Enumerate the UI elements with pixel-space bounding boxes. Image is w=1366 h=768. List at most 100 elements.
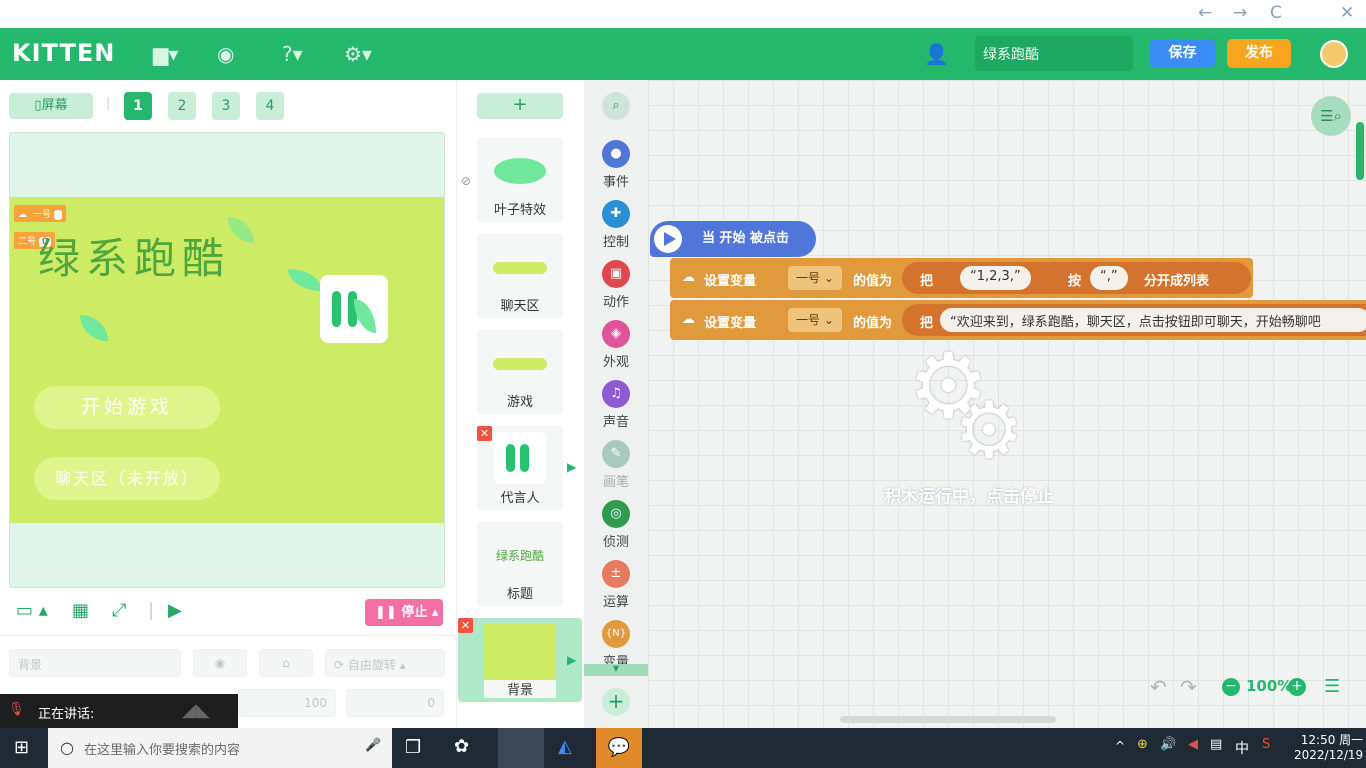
task-view-icon[interactable]: ❐ <box>405 737 421 758</box>
ime-indicator[interactable]: 中 <box>1235 738 1249 758</box>
stage-size-icon[interactable]: ▭ ▴ <box>16 600 48 621</box>
zoom-out-button[interactable]: − <box>1222 678 1240 696</box>
visibility-icon[interactable]: ◉ <box>193 649 247 677</box>
page-4-button[interactable]: 4 <box>256 92 284 120</box>
play-preview-icon[interactable]: ▶ <box>168 600 182 621</box>
chat-area-button[interactable]: 聊天区（未开放） <box>34 457 220 500</box>
save-button[interactable]: 保存 <box>1150 39 1215 68</box>
mascot-sprite[interactable] <box>320 275 388 343</box>
mic-muted-icon[interactable]: 🎙 <box>8 702 25 717</box>
sprite-card-game[interactable]: 游戏 <box>477 330 563 414</box>
category-events[interactable]: ● 事件 <box>584 140 648 190</box>
game-title: 绿系跑酷 <box>38 234 231 283</box>
microphone-icon[interactable]: 🎤 <box>365 738 381 753</box>
volume-icon[interactable]: ◀ <box>1188 737 1198 752</box>
tray-chevron-icon[interactable]: ^ <box>1115 739 1125 753</box>
stop-button[interactable]: ❚❚ 停止 ▴ <box>365 599 443 626</box>
sprite-card-leaf[interactable]: 叶子特效 <box>477 138 563 222</box>
folder-icon[interactable]: ▆▾ <box>153 42 178 66</box>
sprite-card-title[interactable]: 绿系跑酷 标题 <box>477 522 563 606</box>
project-name-input[interactable]: 绿系跑酷 <box>975 36 1133 71</box>
undo-icon[interactable]: ↶ <box>1150 675 1167 699</box>
page-2-button[interactable]: 2 <box>168 92 196 120</box>
game-preview[interactable]: ☁ 一号 二号 0 绿系跑酷 开始游戏 聊天区（未开放） <box>10 197 444 523</box>
running-message[interactable]: 积木运行中，点击停止 <box>884 482 1054 507</box>
app-icon[interactable]: ✿ <box>454 736 469 757</box>
close-icon[interactable]: ✕ <box>1340 3 1354 23</box>
delete-sprite-icon[interactable]: ✕ <box>458 618 473 633</box>
code-workspace[interactable]: ☰⌕ 当 开始 被点击 ☁ 设置变量 一号 ⌄ 的值为 把 “1,2,3,” 按… <box>648 80 1366 728</box>
page-3-button[interactable]: 3 <box>212 92 240 120</box>
speaker-icon[interactable]: 🔊 <box>1160 737 1176 752</box>
forward-icon[interactable]: → <box>1233 3 1247 23</box>
zoom-level: 100% <box>1246 677 1293 695</box>
horizontal-scrollbar[interactable] <box>840 716 1056 723</box>
cortana-icon[interactable]: ○ <box>60 738 74 757</box>
mascot-thumb <box>494 432 546 484</box>
sprite-name-input[interactable]: 背景 <box>9 649 181 677</box>
back-icon[interactable]: ← <box>1198 3 1212 23</box>
grid-icon[interactable]: ▦ <box>72 600 89 621</box>
string-input[interactable]: “欢迎来到，绿系跑酷，聊天区，点击按钮即可聊天，开始畅聊吧 <box>940 308 1366 332</box>
help-icon[interactable]: ?▾ <box>282 42 303 66</box>
scroll-down-icon[interactable]: ▼ <box>584 664 648 676</box>
browser-icon[interactable]: ◭ <box>558 736 572 757</box>
align-icon[interactable]: ☰ <box>1324 676 1340 697</box>
chevron-right-icon[interactable]: ▶ <box>567 653 576 667</box>
gear-icon[interactable]: ⚙▾ <box>344 42 372 66</box>
category-pen[interactable]: ✎ 画笔 <box>584 440 648 490</box>
category-variables[interactable]: {N} 变量 <box>584 620 648 670</box>
workspace-search-icon[interactable]: ☰⌕ <box>1311 96 1351 136</box>
direction-input[interactable]: 0 <box>346 689 444 717</box>
delete-sprite-icon[interactable]: ✕ <box>477 426 492 441</box>
variable-dropdown[interactable]: 一号 ⌄ <box>788 308 842 332</box>
rotation-mode-select[interactable]: ⟳ 自由旋转 ▴ <box>325 649 445 677</box>
lock-icon[interactable]: ⌂ <box>259 649 313 677</box>
add-collaborator-icon[interactable]: 👤 <box>924 42 949 66</box>
kitten-taskbar-app[interactable] <box>498 728 544 768</box>
category-motion[interactable]: ▣ 动作 <box>584 260 648 310</box>
network-icon[interactable]: ▤ <box>1210 737 1222 752</box>
taskbar-search-input[interactable]: 在这里输入你要搜索的内容 <box>48 728 392 768</box>
sogou-icon[interactable]: S <box>1262 737 1270 752</box>
redo-icon[interactable]: ↷ <box>1180 675 1197 699</box>
category-sound[interactable]: ♫ 声音 <box>584 380 648 430</box>
backpack-icon[interactable]: ◉ <box>217 42 234 66</box>
category-control[interactable]: ✚ 控制 <box>584 200 648 250</box>
set-variable-block-1[interactable]: ☁ 设置变量 一号 ⌄ 的值为 把 “1,2,3,” 按 “,” 分开成列表 <box>670 258 1253 298</box>
avatar[interactable] <box>1320 40 1348 68</box>
size-input[interactable]: 100 <box>238 689 336 717</box>
chevron-right-icon[interactable]: ▶ <box>567 460 576 474</box>
variables-icon: {N} <box>602 620 630 648</box>
hidden-eye-icon[interactable]: ⊘ <box>461 174 471 188</box>
set-variable-block-2[interactable]: ☁ 设置变量 一号 ⌄ 的值为 把 “欢迎来到，绿系跑酷，聊天区，点击按钮即可聊… <box>670 300 1366 340</box>
wechat-icon[interactable]: 💬 <box>596 728 642 768</box>
sprite-card-background[interactable]: 背景 <box>458 618 582 702</box>
category-sensing[interactable]: ◎ 侦测 <box>584 500 648 550</box>
taskbar-clock[interactable]: 12:50 周一 2022/12/19 <box>1294 731 1363 762</box>
motion-icon: ▣ <box>602 260 630 288</box>
tray-app-icon[interactable]: ⊕ <box>1137 737 1148 752</box>
search-icon[interactable]: ⌕ <box>602 92 630 120</box>
app-logo-icon: ◢◣ <box>182 700 210 721</box>
category-looks[interactable]: ◈ 外观 <box>584 320 648 370</box>
fullscreen-icon[interactable]: ⤢ <box>112 600 126 621</box>
category-operators[interactable]: ± 运算 <box>584 560 648 610</box>
string-input[interactable]: “1,2,3,” <box>960 266 1031 290</box>
when-start-clicked-block[interactable]: 当 开始 被点击 <box>650 221 816 257</box>
leaf-icon <box>494 158 546 184</box>
start-game-button[interactable]: 开始游戏 <box>34 386 220 429</box>
refresh-icon[interactable]: C <box>1270 3 1282 23</box>
separator-input[interactable]: “,” <box>1090 266 1128 290</box>
page-1-button[interactable]: 1 <box>124 92 152 120</box>
zoom-in-button[interactable]: + <box>1288 678 1306 696</box>
vertical-scrollbar[interactable] <box>1356 122 1364 180</box>
sprite-card-chat[interactable]: 聊天区 <box>477 234 563 318</box>
windows-start-icon[interactable]: ⊞ <box>14 737 29 758</box>
window-titlebar: ← → C ✕ <box>0 0 1366 28</box>
add-extension-button[interactable]: + <box>602 688 630 716</box>
variable-dropdown[interactable]: 一号 ⌄ <box>788 266 842 290</box>
add-sprite-button[interactable]: + <box>477 93 563 119</box>
publish-button[interactable]: 发布 <box>1227 39 1291 68</box>
screen-button[interactable]: ▯屏幕 <box>9 93 93 119</box>
